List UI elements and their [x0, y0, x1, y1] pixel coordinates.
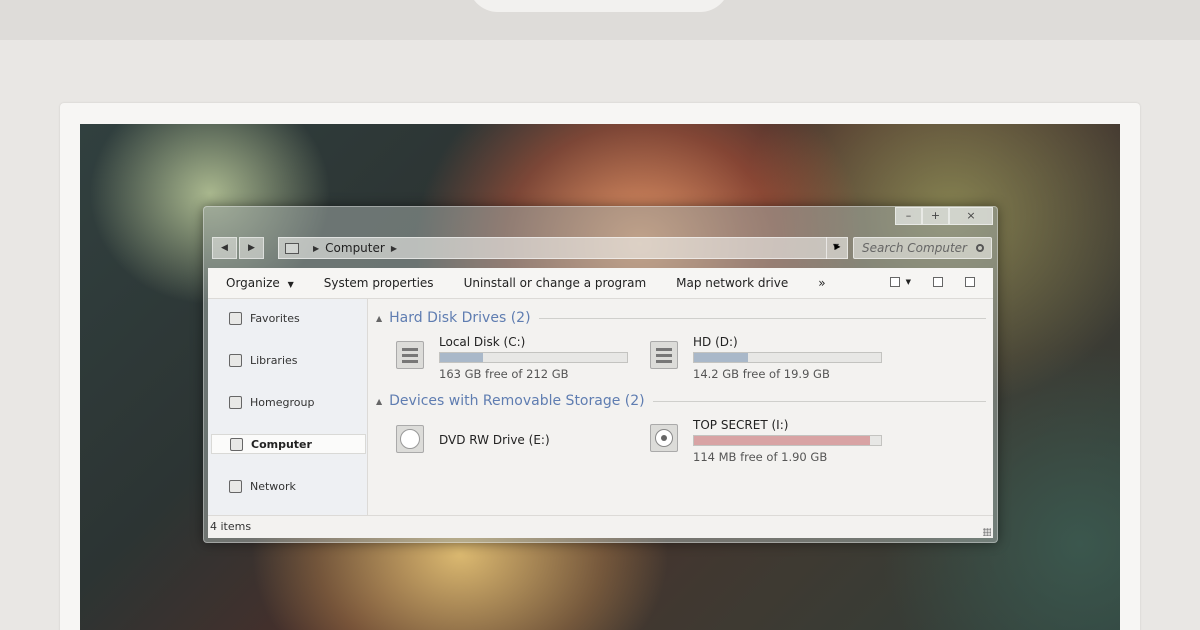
collapse-icon[interactable]: ▲ [376, 314, 382, 323]
computer-icon [230, 437, 243, 451]
star-icon [229, 311, 242, 325]
change-view-icon[interactable] [889, 277, 900, 287]
drive-free-space: 14.2 GB free of 19.9 GB [693, 367, 830, 381]
drive-usage-fill [694, 353, 749, 362]
search-placeholder: Search Computer [862, 241, 967, 255]
usb-drive-icon [650, 424, 678, 452]
sidebar-item-favorites[interactable]: Favorites [211, 308, 366, 328]
sidebar-item-network[interactable]: Network [211, 476, 366, 496]
breadcrumb-separator-icon: ▶ [313, 243, 320, 253]
system-properties-button[interactable]: System properties [324, 276, 434, 290]
dvd-drive-icon [396, 425, 424, 453]
drive-usage-fill [694, 436, 870, 445]
minimize-button[interactable]: – [895, 207, 922, 225]
help-icon[interactable] [965, 277, 975, 287]
search-icon [976, 244, 984, 252]
breadcrumb-chevron-icon[interactable]: ▶ [391, 244, 397, 253]
organize-menu[interactable]: Organize ▼ [226, 276, 294, 290]
drive-name: Local Disk (C:) [439, 335, 526, 349]
drive-name: DVD RW Drive (E:) [439, 433, 550, 447]
drive-item-c[interactable]: Local Disk (C:) 163 GB free of 212 GB [396, 335, 628, 381]
group-header-hard-disk[interactable]: ▲ Hard Disk Drives (2) [376, 309, 986, 327]
computer-icon [285, 242, 299, 254]
maximize-button[interactable]: + [922, 207, 949, 225]
group-divider [652, 400, 986, 402]
forward-button[interactable]: ▶ [239, 237, 264, 259]
explorer-content: Organize ▼ System properties Uninstall o… [208, 268, 993, 538]
scalloped-border [0, 30, 1200, 44]
hard-drive-icon [650, 341, 678, 369]
file-list: ▲ Hard Disk Drives (2) Local Disk (C:) 1… [368, 299, 993, 515]
forward-arrow-icon: ▶ [248, 243, 255, 253]
navigation-pane: Favorites Libraries Homegroup Computer N… [208, 299, 368, 515]
drive-item-d[interactable]: HD (D:) 14.2 GB free of 19.9 GB [650, 335, 882, 381]
status-bar: 4 items [208, 515, 993, 538]
view-controls: ▼ [889, 277, 975, 287]
drive-usage-fill [440, 353, 483, 362]
sidebar-item-label: Homegroup [250, 395, 315, 409]
refresh-arrow-icon: ▶ [834, 242, 841, 251]
preview-pane-icon[interactable] [933, 277, 943, 287]
sidebar-item-label: Favorites [250, 311, 300, 325]
sidebar-item-homegroup[interactable]: Homegroup [211, 392, 366, 412]
command-bar: Organize ▼ System properties Uninstall o… [208, 268, 993, 299]
more-commands-icon[interactable]: » [818, 276, 825, 290]
drive-usage-bar [693, 435, 882, 446]
sidebar-item-label: Network [250, 479, 296, 493]
breadcrumb-computer[interactable]: Computer [325, 241, 385, 255]
page-header [0, 0, 1200, 44]
uninstall-program-button[interactable]: Uninstall or change a program [464, 276, 647, 290]
homegroup-icon [229, 395, 242, 409]
network-icon [229, 479, 242, 493]
drive-item-e[interactable]: DVD RW Drive (E:) [396, 419, 626, 465]
drive-name: HD (D:) [693, 335, 738, 349]
site-logo [468, 0, 730, 12]
sidebar-item-computer[interactable]: Computer [211, 434, 366, 454]
organize-label: Organize [226, 276, 280, 290]
sidebar-item-libraries[interactable]: Libraries [211, 350, 366, 370]
drive-free-space: 163 GB free of 212 GB [439, 367, 569, 381]
search-input[interactable]: Search Computer [853, 237, 992, 259]
map-network-drive-button[interactable]: Map network drive [676, 276, 788, 290]
back-button[interactable]: ◀ [212, 237, 237, 259]
library-icon [229, 353, 242, 367]
group-title: Devices with Removable Storage (2) [389, 393, 645, 409]
collapse-icon[interactable]: ▲ [376, 397, 382, 406]
close-button[interactable]: × [949, 207, 993, 225]
drive-usage-bar [439, 352, 628, 363]
resize-grip-icon[interactable] [983, 528, 991, 536]
group-header-removable[interactable]: ▲ Devices with Removable Storage (2) [376, 392, 986, 410]
address-bar[interactable]: ▶ Computer ▶ ▼ [278, 237, 848, 259]
drive-free-space: 114 MB free of 1.90 GB [693, 450, 828, 464]
group-title: Hard Disk Drives (2) [389, 310, 531, 326]
sidebar-item-label: Libraries [250, 353, 298, 367]
caption-buttons: – + × [895, 207, 993, 225]
sidebar-item-label: Computer [251, 437, 312, 451]
refresh-button[interactable]: ▶ [826, 237, 848, 259]
chevron-down-icon: ▼ [287, 280, 294, 289]
item-count: 4 items [210, 520, 252, 533]
drive-item-i[interactable]: TOP SECRET (I:) 114 MB free of 1.90 GB [650, 418, 882, 464]
hard-drive-icon [396, 341, 424, 369]
back-arrow-icon: ◀ [221, 243, 228, 253]
explorer-window: – + × ◀ ▶ ▶ Computer ▶ ▼ ▶ Search Comput… [203, 206, 998, 543]
drive-usage-bar [693, 352, 882, 363]
group-divider [538, 317, 986, 319]
drive-name: TOP SECRET (I:) [693, 418, 789, 432]
view-options-dropdown-icon[interactable]: ▼ [906, 278, 911, 287]
